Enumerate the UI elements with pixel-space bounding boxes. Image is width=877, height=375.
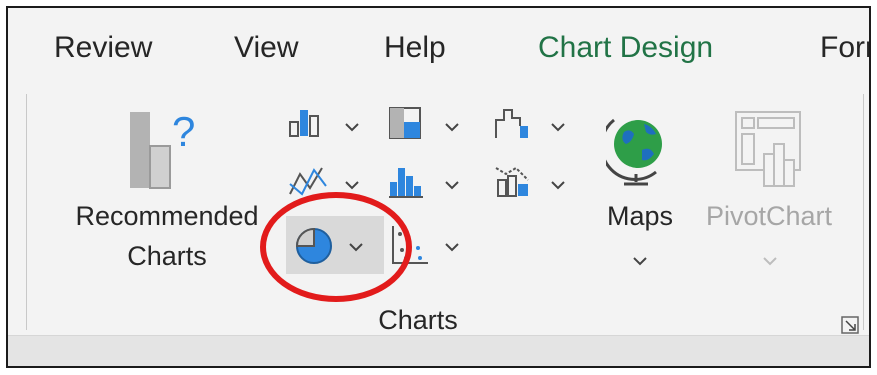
chevron-down-icon [763,257,777,266]
chevron-down-icon [633,257,647,266]
bar-chart-question-icon: ? [130,108,195,189]
recommended-charts-label-1: Recommended [75,201,259,231]
insert-column-chart-button[interactable] [288,102,384,148]
chevron-down-icon [551,123,565,132]
dialog-launcher-icon[interactable] [841,316,859,334]
scatter-chart-icon [392,226,428,264]
histogram-chart-icon [389,168,423,198]
insert-scatter-chart-button[interactable] [388,218,484,272]
insert-statistic-chart-button[interactable] [388,160,484,206]
globe-icon [606,118,662,186]
chevron-down-icon [345,123,359,132]
pivotchart-label: PivotChart [705,201,833,231]
insert-pie-chart-button[interactable] [288,218,384,272]
pie-chart-icon [295,227,332,264]
tab-format[interactable]: Forr [820,30,869,66]
ribbon-frame: Review View Help Chart Design Forr ? Rec… [6,6,871,368]
insert-combo-chart-button[interactable] [494,160,590,206]
pivotchart-button[interactable]: PivotChart [684,96,854,296]
pivotchart-icon [735,111,801,187]
chevron-down-icon [445,181,459,190]
line-chart-icon [289,167,327,196]
chevron-down-icon [551,181,565,190]
group-separator-left [26,94,27,330]
insert-waterfall-chart-button[interactable] [494,102,590,148]
insert-hierarchy-chart-button[interactable] [388,102,484,148]
charts-group-label: Charts [378,305,458,335]
formula-bar-area [8,336,869,366]
chevron-down-icon[interactable] [348,242,364,252]
insert-line-chart-button[interactable] [288,160,384,206]
tab-help[interactable]: Help [384,30,446,66]
svg-text:?: ? [172,108,195,155]
maps-label: Maps [606,201,674,231]
maps-button[interactable]: Maps [592,96,688,296]
recommended-charts-button[interactable]: ? Recommended Charts [48,96,288,296]
tab-view[interactable]: View [234,30,298,66]
treemap-chart-icon [389,107,421,139]
combo-chart-icon [495,166,529,197]
chevron-down-icon [445,123,459,132]
chevron-down-icon [445,243,459,252]
tab-review[interactable]: Review [54,30,152,66]
tab-chart-design[interactable]: Chart Design [538,30,713,66]
group-separator-right [863,94,864,330]
waterfall-chart-icon [495,109,528,138]
chevron-down-icon [345,181,359,190]
column-chart-icon [289,110,319,137]
recommended-charts-label-2: Charts [127,241,207,271]
